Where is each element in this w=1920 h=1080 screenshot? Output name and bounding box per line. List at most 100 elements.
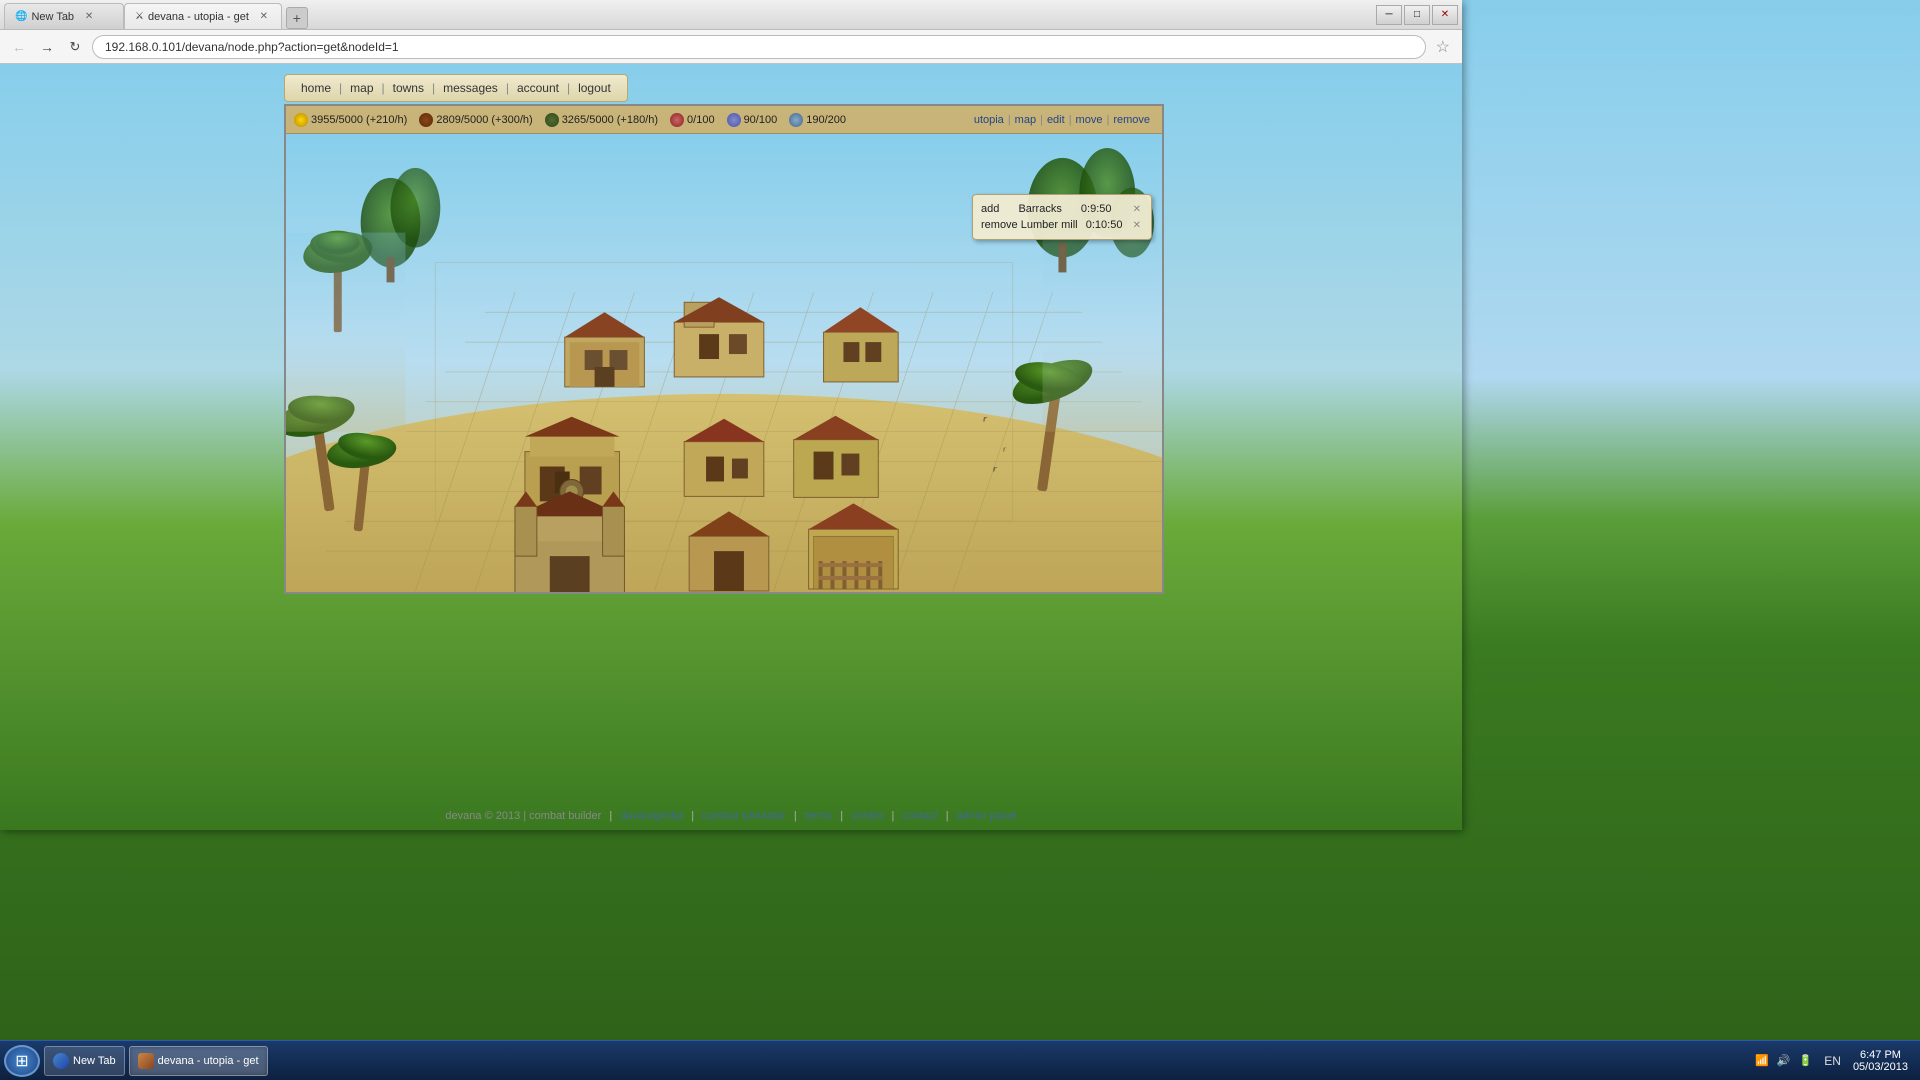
footer-sep1: | bbox=[609, 810, 612, 822]
queue-time-2: 0:10:50 bbox=[1086, 219, 1123, 231]
action-move[interactable]: move bbox=[1072, 114, 1107, 126]
clock-area: 6:47 PM 05/03/2013 bbox=[1853, 1049, 1908, 1073]
tab1-label: New Tab bbox=[31, 11, 74, 23]
queue-popup: add Barracks 0:9:50 ✕ remove Lumber mill… bbox=[972, 194, 1152, 240]
footer-admin[interactable]: admin panel bbox=[957, 810, 1017, 822]
footer-combat-sim[interactable]: combat simulator bbox=[702, 810, 786, 822]
desktop: 🌐 New Tab ✕ ⚔ devana - utopia - get ✕ + … bbox=[0, 0, 1920, 1080]
addressbar: ← → ↻ ☆ bbox=[0, 30, 1462, 64]
queue-item-1: add Barracks 0:9:50 ✕ bbox=[981, 201, 1143, 217]
footer-sep5: | bbox=[891, 810, 894, 822]
magic-value: 190/200 bbox=[806, 114, 846, 126]
tabs-area: 🌐 New Tab ✕ ⚔ devana - utopia - get ✕ + bbox=[4, 0, 1376, 29]
refresh-button[interactable]: ↻ bbox=[64, 36, 86, 58]
action-remove[interactable]: remove bbox=[1109, 114, 1154, 126]
resource-morale: 90/100 bbox=[727, 113, 778, 127]
devana-icon bbox=[138, 1053, 154, 1069]
gold-icon bbox=[294, 113, 308, 127]
taskbar-chrome-label: New Tab bbox=[73, 1055, 116, 1067]
queue-time-1: 0:9:50 bbox=[1081, 203, 1112, 215]
action-map[interactable]: map bbox=[1011, 114, 1040, 126]
game-action-links: utopia | map | edit | move | remove bbox=[970, 114, 1154, 126]
restore-button[interactable]: □ bbox=[1404, 5, 1430, 25]
game-topbar: 3955/5000 (+210/h) 2809/5000 (+300/h) 32… bbox=[286, 106, 1162, 134]
gold-value: 3955/5000 (+210/h) bbox=[311, 114, 407, 126]
queue-close-1[interactable]: ✕ bbox=[1131, 204, 1143, 215]
system-tray: 📶 🔊 🔋 EN 6:47 PM 05/03/2013 bbox=[1747, 1049, 1916, 1073]
tab-new[interactable]: 🌐 New Tab ✕ bbox=[4, 3, 124, 29]
queue-item-2: remove Lumber mill 0:10:50 ✕ bbox=[981, 217, 1143, 233]
nav-messages[interactable]: messages bbox=[435, 79, 506, 97]
pop-value: 0/100 bbox=[687, 114, 715, 126]
footer-terms[interactable]: terms bbox=[805, 810, 833, 822]
tab2-label: devana - utopia - get bbox=[148, 11, 249, 23]
window-controls: ─ □ ✕ bbox=[1376, 5, 1458, 25]
magic-icon bbox=[789, 113, 803, 127]
forward-button[interactable]: → bbox=[36, 36, 58, 58]
tab-devana[interactable]: ⚔ devana - utopia - get ✕ bbox=[124, 3, 282, 29]
footer-davanapedia[interactable]: davanapedia bbox=[620, 810, 683, 822]
chrome-icon bbox=[53, 1053, 69, 1069]
wood-icon bbox=[545, 113, 559, 127]
footer-sep2: | bbox=[691, 810, 694, 822]
resource-food: 2809/5000 (+300/h) bbox=[419, 113, 532, 127]
navbar: home | map | towns | messages | account … bbox=[284, 74, 628, 102]
footer-sep4: | bbox=[840, 810, 843, 822]
footer-sep3: | bbox=[794, 810, 797, 822]
tray-volume-icon: 🔊 bbox=[1777, 1054, 1791, 1067]
tab2-close[interactable]: ✕ bbox=[257, 10, 271, 24]
date-display: 05/03/2013 bbox=[1853, 1061, 1908, 1073]
food-icon bbox=[419, 113, 433, 127]
food-value: 2809/5000 (+300/h) bbox=[436, 114, 532, 126]
footer-copyright: devana © 2013 | combat builder bbox=[445, 810, 601, 822]
taskbar-devana-label: devana - utopia - get bbox=[158, 1055, 259, 1067]
queue-action-1: add bbox=[981, 203, 999, 215]
queue-building-1: Barracks bbox=[1018, 203, 1061, 215]
language-indicator[interactable]: EN bbox=[1820, 1054, 1845, 1068]
footer-contact[interactable]: contact bbox=[902, 810, 937, 822]
wood-value: 3265/5000 (+180/h) bbox=[562, 114, 658, 126]
resource-magic: 190/200 bbox=[789, 113, 846, 127]
tab1-favicon: 🌐 bbox=[15, 11, 27, 22]
tray-network-icon: 📶 bbox=[1755, 1054, 1769, 1067]
navbar-inner: home | map | towns | messages | account … bbox=[284, 74, 628, 102]
morale-icon bbox=[727, 113, 741, 127]
svg-text:𝙧: 𝙧 bbox=[1003, 447, 1007, 454]
page-content: home | map | towns | messages | account … bbox=[0, 64, 1462, 830]
footer-links: devana © 2013 | combat builder | davanap… bbox=[445, 810, 1016, 822]
queue-close-2[interactable]: ✕ bbox=[1131, 220, 1143, 231]
nav-map[interactable]: map bbox=[342, 79, 381, 97]
close-button[interactable]: ✕ bbox=[1432, 5, 1458, 25]
nav-home[interactable]: home bbox=[293, 79, 339, 97]
minimize-button[interactable]: ─ bbox=[1376, 5, 1402, 25]
titlebar: 🌐 New Tab ✕ ⚔ devana - utopia - get ✕ + … bbox=[0, 0, 1462, 30]
game-world[interactable]: 𝙧 𝙧 𝙧 add Barracks 0:9:50 ✕ re bbox=[286, 134, 1162, 592]
resource-population: 0/100 bbox=[670, 113, 715, 127]
queue-action-2: remove Lumber mill bbox=[981, 219, 1078, 231]
start-button[interactable]: ⊞ bbox=[4, 1045, 40, 1077]
nav-towns[interactable]: towns bbox=[385, 79, 432, 97]
pop-icon bbox=[670, 113, 684, 127]
new-tab-button[interactable]: + bbox=[286, 7, 308, 29]
browser-window: 🌐 New Tab ✕ ⚔ devana - utopia - get ✕ + … bbox=[0, 0, 1462, 830]
game-frame: 3955/5000 (+210/h) 2809/5000 (+300/h) 32… bbox=[284, 104, 1164, 594]
bookmark-star[interactable]: ☆ bbox=[1432, 37, 1454, 57]
resource-gold: 3955/5000 (+210/h) bbox=[294, 113, 407, 127]
tray-battery-icon: 🔋 bbox=[1799, 1054, 1813, 1067]
nav-account[interactable]: account bbox=[509, 79, 567, 97]
footer-credits[interactable]: credits bbox=[851, 810, 883, 822]
nav-logout[interactable]: logout bbox=[570, 79, 619, 97]
taskbar-devana[interactable]: devana - utopia - get bbox=[129, 1046, 268, 1076]
back-button[interactable]: ← bbox=[8, 36, 30, 58]
time-display: 6:47 PM bbox=[1860, 1049, 1901, 1061]
action-edit[interactable]: edit bbox=[1043, 114, 1069, 126]
taskbar-chrome[interactable]: New Tab bbox=[44, 1046, 125, 1076]
action-utopia[interactable]: utopia bbox=[970, 114, 1008, 126]
address-input[interactable] bbox=[92, 35, 1426, 59]
start-icon: ⊞ bbox=[15, 1051, 28, 1071]
tab2-favicon: ⚔ bbox=[135, 11, 144, 22]
resource-wood: 3265/5000 (+180/h) bbox=[545, 113, 658, 127]
morale-value: 90/100 bbox=[744, 114, 778, 126]
tab1-close[interactable]: ✕ bbox=[82, 10, 96, 24]
taskbar: ⊞ New Tab devana - utopia - get 📶 🔊 🔋 EN… bbox=[0, 1040, 1920, 1080]
